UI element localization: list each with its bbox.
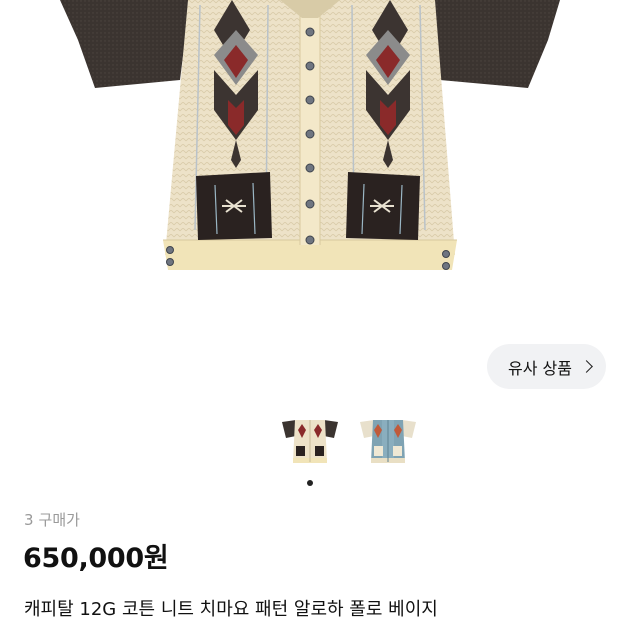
thumbnail-beige[interactable] bbox=[280, 418, 340, 466]
thumbnail-strip bbox=[280, 418, 418, 466]
buyer-count: 3 구매가 bbox=[24, 509, 85, 530]
product-title: 캐피탈 12G 코튼 니트 치마요 패턴 알로하 폴로 베이지 bbox=[24, 599, 438, 620]
chevron-right-icon bbox=[580, 360, 593, 373]
product-image[interactable] bbox=[0, 0, 620, 330]
buyer-count-number: 3 bbox=[24, 511, 34, 529]
thumbnail-blue[interactable] bbox=[358, 418, 418, 466]
buyer-count-label: 구매가 bbox=[38, 511, 80, 529]
carousel-indicator-dot bbox=[307, 480, 313, 486]
similar-products-button[interactable]: 유사 상품 bbox=[487, 344, 606, 389]
similar-products-label: 유사 상품 bbox=[508, 358, 572, 378]
product-price: 650,000원 bbox=[23, 543, 169, 574]
